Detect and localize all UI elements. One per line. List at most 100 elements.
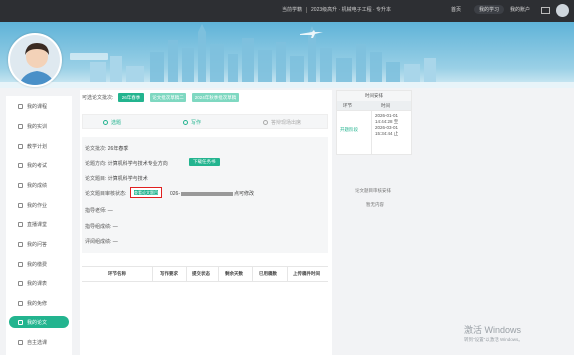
- sidebar-item-label: 我的免修: [27, 300, 48, 307]
- mail-icon[interactable]: [541, 7, 550, 14]
- sidebar-item-label: 我的缴费: [27, 261, 48, 268]
- field-label: 评阅组成绩:: [85, 239, 112, 245]
- username-bar: [70, 53, 108, 60]
- column-divider: [252, 267, 253, 281]
- row-defense: 评阅组成绩: —: [85, 238, 118, 245]
- schedule-title: 时间安排: [337, 91, 411, 101]
- sidebar-item-label: 教学计划: [27, 143, 48, 150]
- step-writing: 写作: [183, 119, 201, 126]
- row-batch: 论文批次: 26年春季: [85, 145, 128, 152]
- field-value: —: [112, 239, 118, 245]
- nav-my-account[interactable]: 我的账户: [510, 6, 530, 13]
- sidebar-item-my-training[interactable]: 我的实训: [9, 120, 69, 132]
- col-stage: 环节: [343, 103, 352, 108]
- field-label: 论文批次:: [85, 146, 107, 152]
- field-label: 论文题目审核状态:: [85, 191, 127, 197]
- field-label: 指导老师:: [85, 208, 107, 214]
- step-defense: 答辩现场出席: [263, 119, 301, 126]
- context-value[interactable]: 2023级高升 · 机械电子工程 · 专升本: [311, 7, 391, 13]
- sidebar-item-my-thesis[interactable]: 我的论文: [9, 316, 69, 328]
- book-icon: [18, 103, 23, 109]
- profile-avatar: [8, 33, 62, 87]
- th-requirement: 写作要求: [160, 271, 178, 276]
- live-icon: [18, 221, 23, 227]
- topic-review-note: 论文题目审核安排: [355, 188, 391, 193]
- homework-icon: [18, 202, 23, 208]
- field-label: 论文题目:: [85, 176, 107, 182]
- field-label: 论题方向:: [85, 161, 107, 167]
- sidebar-item-label: 自主选课: [27, 339, 48, 346]
- step-label: 答辩现场出席: [271, 120, 302, 126]
- column-divider: [218, 267, 219, 281]
- sidebar-item-my-homework[interactable]: 我的作业: [9, 199, 69, 211]
- sidebar-item-label: 我的课表: [27, 280, 48, 287]
- view-topic-button-highlight: 查看论文题目: [130, 187, 162, 198]
- batch-label: 可选论文批次:: [82, 95, 114, 101]
- training-icon: [18, 123, 23, 129]
- column-divider: [152, 267, 153, 281]
- sidebar-item-label: 我的成绩: [27, 182, 48, 189]
- batch-pill-2[interactable]: 论文批次草稿二: [150, 93, 186, 102]
- sidebar-item-my-exemptions[interactable]: 我的免修: [9, 297, 69, 309]
- th-days-left: 剩余天数: [225, 271, 243, 276]
- sidebar-item-teaching-plan[interactable]: 教学计划: [9, 140, 69, 152]
- batch-pill-1[interactable]: 26年春季: [118, 93, 144, 102]
- status-suffix: 点可修改: [234, 191, 255, 197]
- download-task-button[interactable]: 下载任务书: [189, 158, 220, 166]
- batch-pill-3[interactable]: 2024年秋季批次草稿: [192, 93, 239, 102]
- step-label: 选题: [111, 120, 122, 126]
- nav-home[interactable]: 首页: [451, 6, 461, 13]
- plan-icon: [18, 143, 23, 149]
- row-guidance: 指导组成绩: —: [85, 223, 118, 230]
- field-value: 计算机科学与技术: [107, 176, 148, 182]
- field-label: 指导组成绩:: [85, 224, 112, 230]
- field-value: —: [107, 208, 113, 214]
- sidebar-item-my-exams[interactable]: 我的考试: [9, 159, 69, 171]
- sidebar-item-label: 我的考试: [27, 162, 48, 169]
- thesis-icon: [18, 319, 23, 325]
- row-topic: 论文题目: 计算机科学与技术: [85, 175, 148, 182]
- status-prefix: 026-: [170, 191, 181, 197]
- field-value: 26年春季: [107, 146, 129, 152]
- column-divider: [371, 110, 372, 154]
- progress-steps: 选题 写作 答辩现场出席: [82, 114, 328, 129]
- step-label: 写作: [191, 120, 202, 126]
- sidebar-item-my-schedule[interactable]: 我的课表: [9, 277, 69, 289]
- payment-icon: [18, 261, 23, 267]
- row-direction: 论题方向: 计算机科学与技术专业方向: [85, 160, 168, 167]
- th-stage: 环节名称: [108, 271, 126, 276]
- column-divider: [287, 267, 288, 281]
- field-value: 计算机科学与技术专业方向: [107, 161, 168, 167]
- student-context: 当前学籍 2023级高升 · 机械电子工程 · 专升本: [282, 6, 391, 13]
- schedule-panel: 时间安排 环节 时间 开题阶段 2026-01-01 14:44:28 至 20…: [336, 90, 412, 155]
- activation-watermark-title: 激活 Windows: [464, 325, 522, 335]
- th-drafts-used: 已用稿数: [259, 271, 277, 276]
- circle-icon: [263, 120, 268, 125]
- circle-icon: [183, 120, 188, 125]
- view-topic-button[interactable]: 查看论文题目: [134, 190, 158, 195]
- schedule-icon: [18, 280, 23, 286]
- sidebar-item-label: 我的问答: [27, 241, 48, 248]
- col-time: 时间: [381, 103, 390, 108]
- sidebar-item-my-grades[interactable]: 我的成绩: [9, 179, 69, 191]
- sidebar-item-label: 我的作业: [27, 202, 48, 209]
- schedule-subheader: 环节 时间: [337, 101, 411, 110]
- sidebar-item-my-courses[interactable]: 我的课程: [9, 100, 69, 112]
- sidebar: 我的课程 我的实训 教学计划 我的考试 我的成绩 我的作业 直播课堂 我的问答 …: [6, 96, 72, 355]
- grades-icon: [18, 182, 23, 188]
- exemption-icon: [18, 300, 23, 306]
- step-select-topic: 选题: [103, 119, 121, 126]
- sidebar-item-my-payments[interactable]: 我的缴费: [9, 258, 69, 270]
- sidebar-item-course-selection[interactable]: 自主选课: [9, 336, 69, 348]
- nav-my-study[interactable]: 我的学习: [474, 5, 505, 14]
- top-bar: 当前学籍 2023级高升 · 机械电子工程 · 专升本 首页 我的学习 我的账户: [0, 0, 574, 22]
- thesis-info: 论文批次: 26年春季 论题方向: 计算机科学与技术专业方向 下载任务书 论文题…: [82, 137, 328, 253]
- schedule-stage[interactable]: 开题阶段: [340, 127, 358, 133]
- sidebar-item-live-class[interactable]: 直播课堂: [9, 218, 69, 230]
- th-status: 提交状态: [192, 271, 210, 276]
- row-template: 论文题目审核状态:: [85, 190, 126, 197]
- column-divider: [186, 267, 187, 281]
- user-avatar-icon[interactable]: [556, 4, 569, 17]
- sidebar-item-my-qa[interactable]: 我的问答: [9, 238, 69, 250]
- select-course-icon: [18, 339, 23, 345]
